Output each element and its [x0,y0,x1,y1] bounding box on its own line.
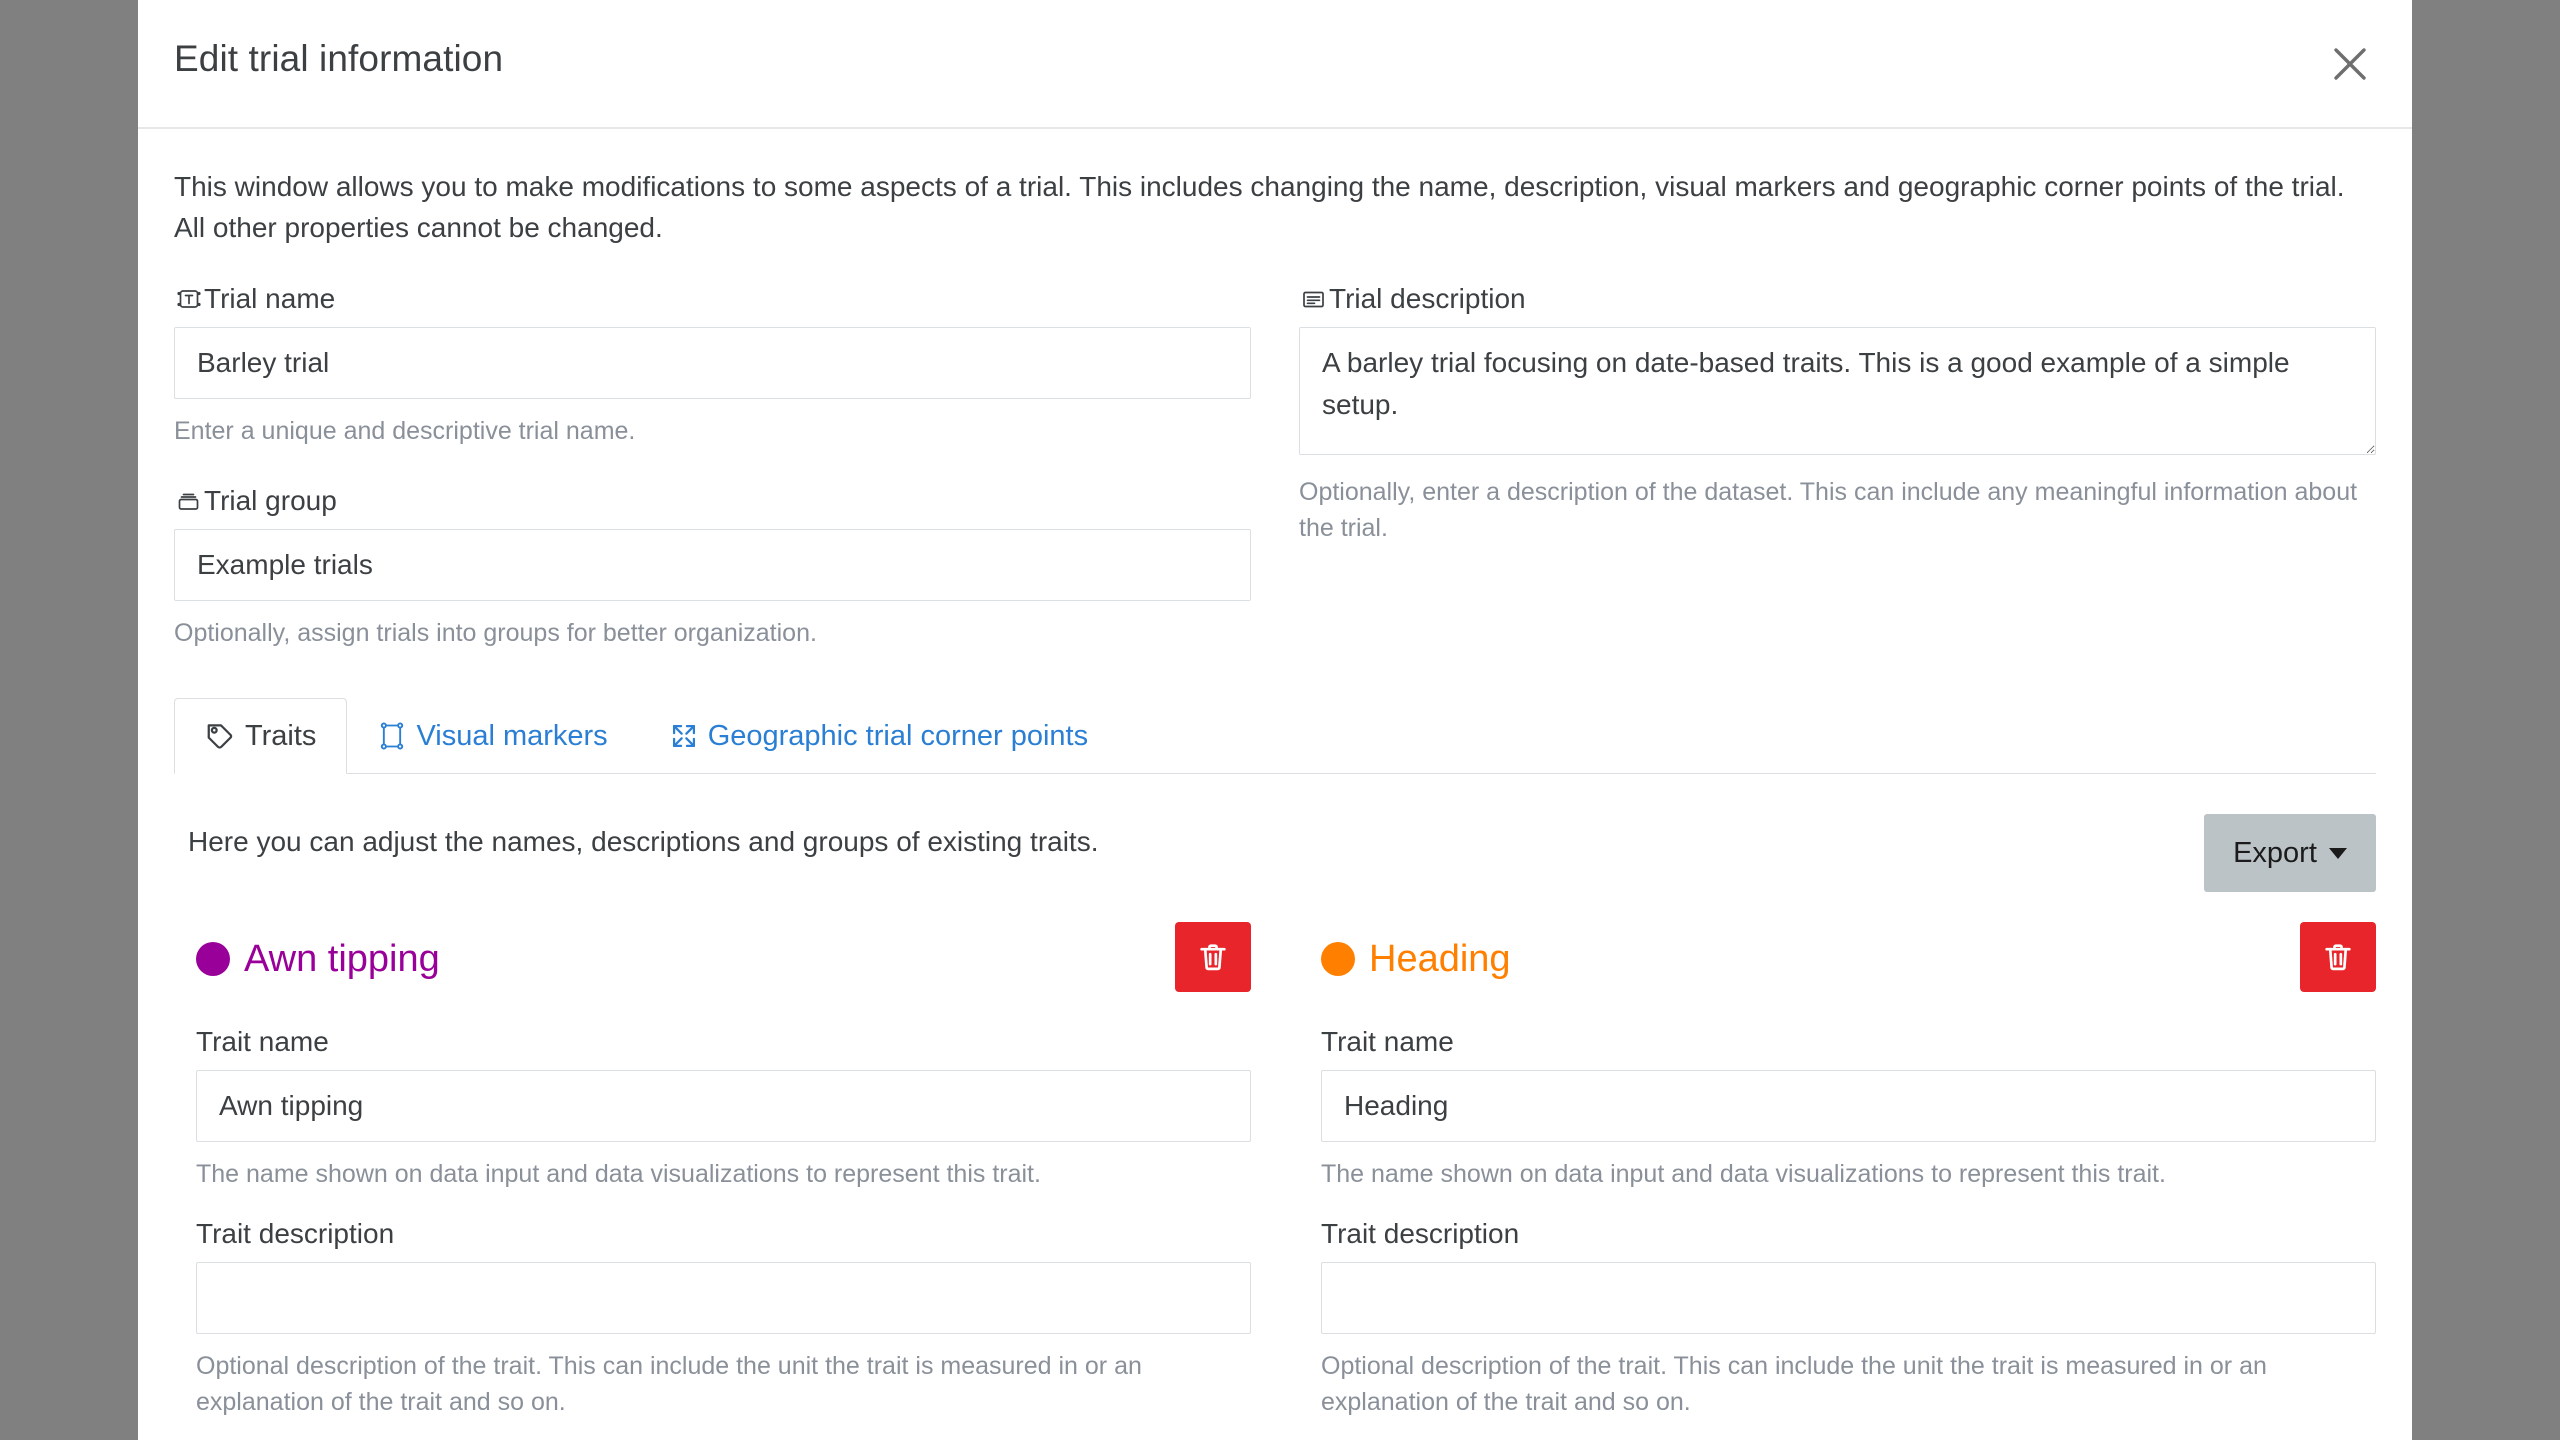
fields-grid: Trial name Enter a unique and descriptiv… [174,283,2376,652]
traits-toolbar: Here you can adjust the names, descripti… [174,814,2376,893]
trait-description-input[interactable] [196,1261,1251,1334]
delete-trait-button[interactable] [1175,922,1251,993]
description-lines-icon [1299,285,1329,313]
trait-name-input[interactable] [196,1070,1251,1143]
left-column: Trial name Enter a unique and descriptiv… [174,283,1251,652]
tab-geographic-corner-points[interactable]: Geographic trial corner points [639,698,1119,774]
trait-description-field-help: Optional description of the trait. This … [196,1351,1142,1416]
trait-card: Heading Trait name The nam [1299,916,2376,1440]
tab-visual-markers[interactable]: Visual markers [347,698,638,774]
tab-traits[interactable]: Traits [174,698,348,775]
trait-card: Awn tipping Trait name The [174,916,1251,1440]
trial-description-label-text: Trial description [1329,282,1526,314]
trash-icon [2325,944,2351,971]
tab-bar: Traits Visual markers Geographic trial c… [174,697,2376,775]
trait-title: Awn tipping [174,938,440,981]
dialog-body: This window allows you to make modificat… [138,167,2412,1440]
collection-icon [174,487,204,515]
trait-header: Awn tipping [174,916,1251,1002]
traits-grid: Awn tipping Trait name The [174,916,2376,1440]
trial-group-label-text: Trial group [204,485,337,516]
traits-note: Here you can adjust the names, descripti… [188,826,1099,858]
trial-group-label: Trial group [174,485,1251,517]
trait-title-text: Heading [1369,937,1511,980]
trait-header: Heading [1299,916,2376,1002]
trait-description-field-help: Optional description of the trait. This … [1321,1351,2267,1416]
delete-trait-button[interactable] [2300,922,2376,993]
trial-name-help: Enter a unique and descriptive trial nam… [174,416,636,445]
export-button[interactable]: Export [2204,814,2376,893]
export-button-label: Export [2233,836,2317,869]
trial-group-input[interactable] [174,529,1251,601]
dialog-intro-text: This window allows you to make modificat… [174,171,2345,243]
dialog-title: Edit trial information [174,38,504,79]
trial-name-label-text: Trial name [204,282,336,314]
trait-name-input[interactable] [1321,1070,2376,1143]
trial-description-textarea[interactable]: A barley trial focusing on date-based tr… [1299,326,2376,455]
trial-name-label: Trial name [174,283,1251,315]
right-column: Trial description A barley trial focusin… [1299,283,2376,652]
trait-title: Heading [1299,938,1511,981]
trial-description-help: Optionally, enter a description of the d… [1299,477,2358,542]
tab-geographic-corner-points-label: Geographic trial corner points [707,719,1089,752]
text-label-icon [174,285,204,313]
tag-icon [205,721,235,751]
trash-icon [1200,944,1226,971]
bounding-box-icon [378,722,406,750]
dialog-header: Edit trial information [138,0,2412,129]
trait-description-field-label: Trait description [1321,1217,1520,1249]
edit-trial-dialog: Edit trial information This window allow… [138,0,2412,1440]
tab-visual-markers-label: Visual markers [416,719,608,752]
tab-traits-label: Traits [245,719,317,752]
trait-description-input[interactable] [1321,1261,2376,1334]
trait-color-swatch [1321,942,1355,977]
trait-name-field-help: The name shown on data input and data vi… [196,1160,1041,1189]
trial-description-label: Trial description [1299,283,2376,315]
trait-color-swatch [196,942,230,977]
trait-name-field-label: Trait name [196,1026,329,1058]
trial-group-help: Optionally, assign trials into groups fo… [174,619,817,647]
trial-name-input[interactable] [174,326,1251,399]
close-icon[interactable] [2324,38,2376,90]
trait-description-field-label: Trait description [196,1217,395,1249]
chevron-down-icon [2328,847,2347,859]
trait-name-field-label: Trait name [1321,1026,1454,1058]
expand-arrows-icon [670,722,698,750]
trait-title-text: Awn tipping [244,937,440,980]
trait-name-field-help: The name shown on data input and data vi… [1321,1160,2166,1189]
